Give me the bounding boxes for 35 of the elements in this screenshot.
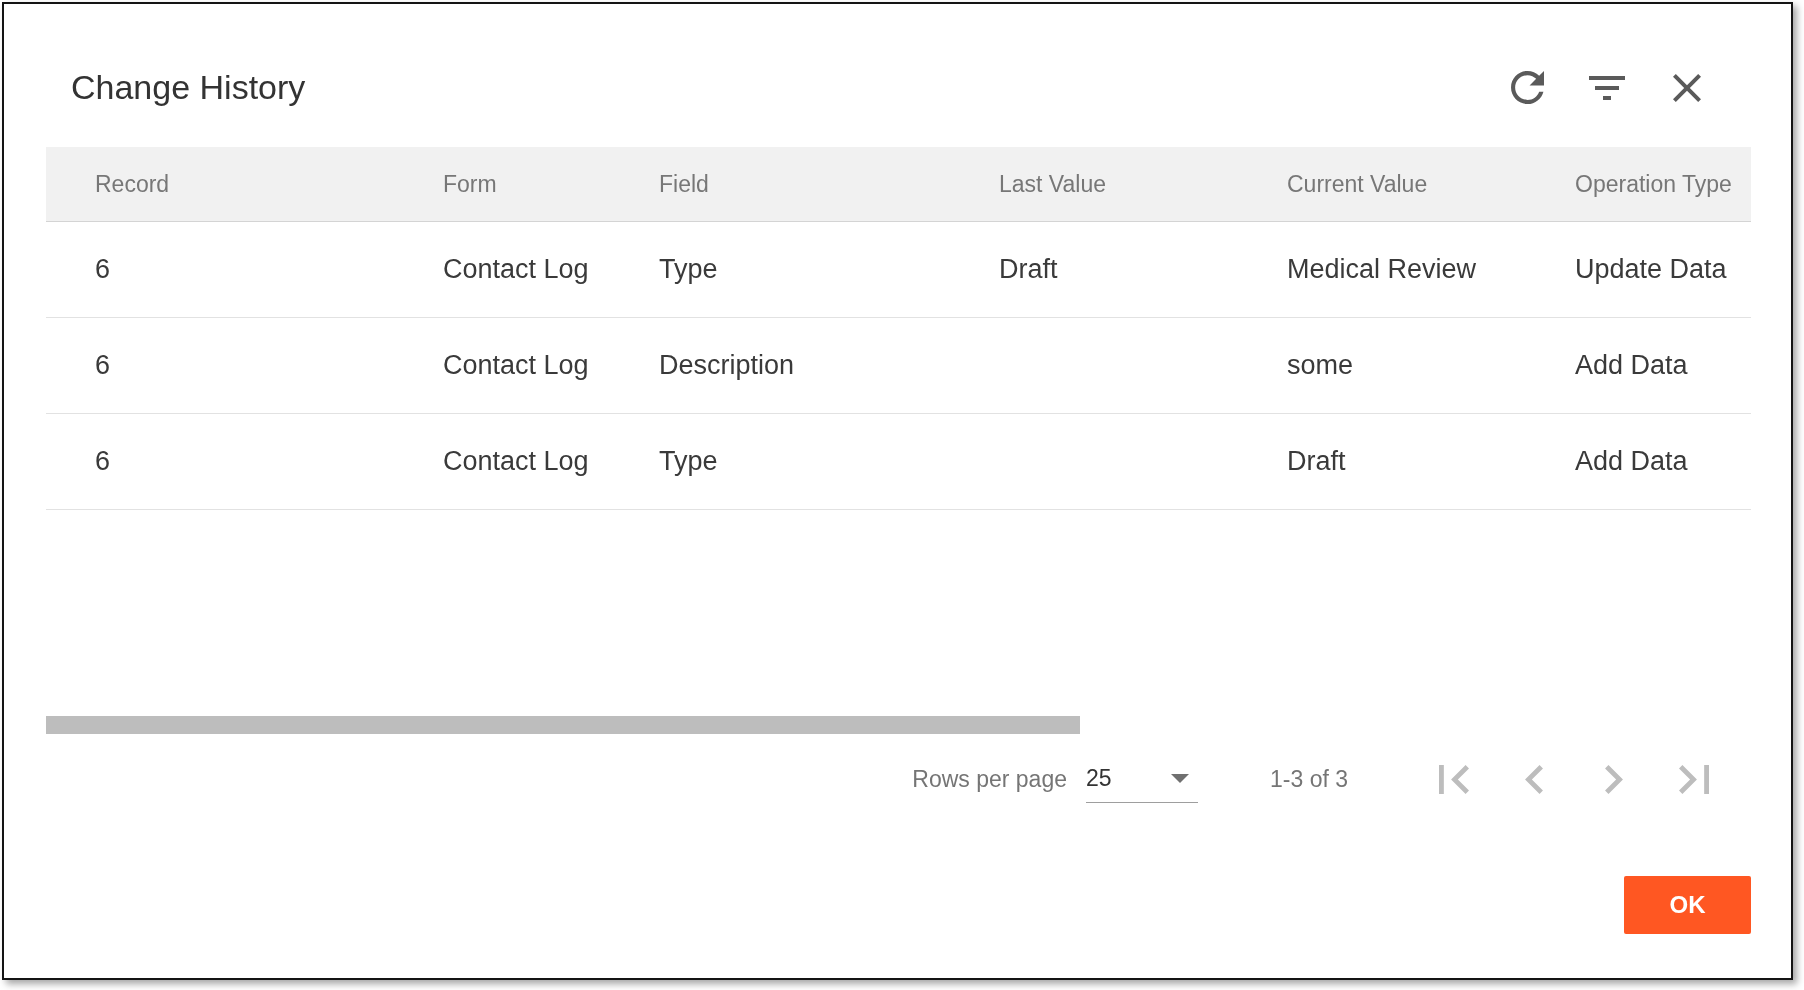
scrollbar-thumb[interactable] bbox=[46, 716, 1080, 734]
chevron-right-icon bbox=[1605, 764, 1623, 794]
rows-per-page-label: Rows per page bbox=[912, 765, 1067, 793]
column-header: Field bbox=[659, 170, 709, 198]
table-cell: Draft bbox=[999, 254, 1058, 285]
page-range-text: 1-3 of 3 bbox=[1270, 765, 1348, 793]
table-cell: Contact Log bbox=[443, 254, 589, 285]
table-cell: Draft bbox=[1287, 446, 1346, 477]
refresh-icon bbox=[1510, 71, 1544, 104]
table-cell: Contact Log bbox=[443, 350, 589, 381]
dialog-title: Change History bbox=[71, 68, 306, 107]
caret-icon bbox=[1171, 774, 1189, 783]
table-cell: Type bbox=[659, 254, 718, 285]
first-page-icon bbox=[1439, 764, 1469, 794]
table-cell: Update Data bbox=[1575, 254, 1727, 285]
table-cell: 6 bbox=[95, 350, 111, 381]
table-cell: some bbox=[1287, 350, 1354, 381]
column-header: Last Value bbox=[999, 170, 1106, 198]
table-cell: 6 bbox=[95, 254, 111, 285]
close-icon bbox=[1673, 73, 1701, 102]
filter-icon bbox=[1589, 75, 1625, 100]
column-header: Current Value bbox=[1287, 170, 1428, 198]
rows-per-page-select[interactable]: 25 bbox=[1086, 755, 1198, 803]
table-cell: Type bbox=[659, 446, 718, 477]
table-cell: Medical Review bbox=[1287, 254, 1477, 285]
column-header: Operation Type bbox=[1575, 170, 1732, 198]
table-cell: Contact Log bbox=[443, 446, 589, 477]
table-cell: Add Data bbox=[1575, 350, 1688, 381]
last-page-icon bbox=[1679, 764, 1709, 794]
table-cell: 6 bbox=[95, 446, 111, 477]
chevron-left-icon bbox=[1525, 764, 1543, 794]
table-cell: Add Data bbox=[1575, 446, 1688, 477]
column-header: Record bbox=[95, 170, 170, 198]
column-header: Form bbox=[443, 170, 497, 198]
table-cell: Description bbox=[659, 350, 795, 381]
